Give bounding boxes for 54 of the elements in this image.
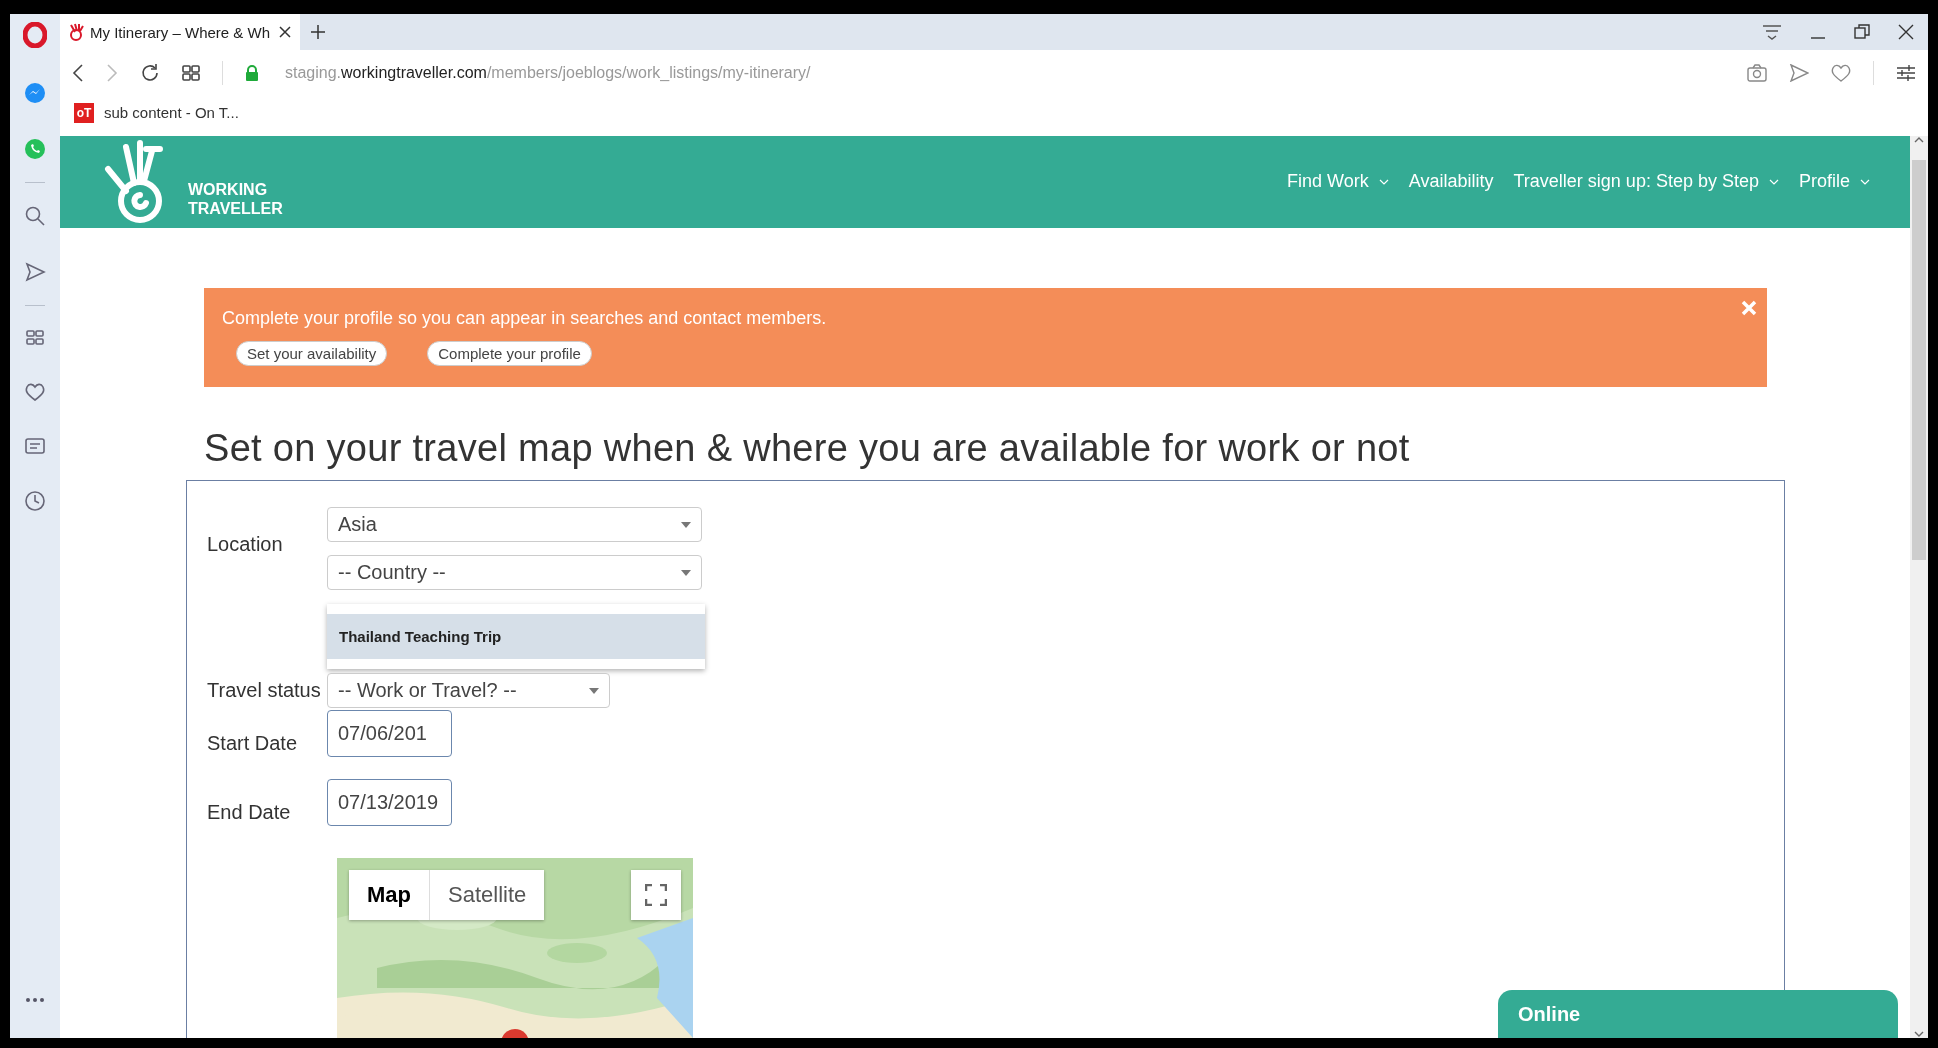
tab-title: My Itinerary – Where & Wh: [90, 23, 272, 41]
tab-menu-icon[interactable]: [1762, 23, 1782, 41]
lock-icon: [245, 64, 259, 81]
select-field[interactable]: -- Country --: [327, 555, 702, 590]
map-type-tab[interactable]: Map: [349, 870, 429, 920]
caret-icon: [589, 687, 599, 694]
send-icon[interactable]: [1789, 63, 1809, 82]
restore-icon[interactable]: [1854, 24, 1870, 40]
fullscreen-icon: [645, 884, 667, 906]
fullscreen-button[interactable]: [631, 870, 681, 920]
alert-message: Complete your profile so you can appear in searches and contact members.: [222, 307, 828, 329]
caret-icon: [681, 521, 691, 528]
send-icon[interactable]: [24, 261, 46, 283]
bookmark-favicon: oT: [74, 102, 94, 123]
heart-icon[interactable]: [24, 382, 46, 402]
history-icon[interactable]: [24, 490, 46, 512]
heart-icon[interactable]: [1831, 63, 1851, 82]
map-type-tab[interactable]: Satellite: [429, 870, 545, 920]
bookmark-link[interactable]: sub content - On T...: [104, 104, 239, 121]
scroll-down-icon[interactable]: [1914, 1030, 1924, 1038]
settings-icon[interactable]: [1896, 63, 1916, 82]
field-label: Start Date: [207, 732, 299, 756]
back-icon[interactable]: [72, 63, 84, 82]
dropdown-option[interactable]: Thailand Teaching Trip: [327, 614, 705, 659]
close-icon[interactable]: [278, 25, 292, 39]
scroll-up-icon[interactable]: [1914, 136, 1924, 144]
date-field[interactable]: 07/06/201: [327, 710, 452, 757]
address-field[interactable]: staging.workingtraveller.com/members/joeblogs/work_listings/my-itinerary/: [285, 63, 1725, 82]
browser-tab[interactable]: My Itinerary – Where & Wh: [60, 14, 300, 50]
caret-icon: [681, 569, 691, 576]
grid-icon[interactable]: [182, 63, 200, 82]
alert-button[interactable]: Set your availability: [236, 340, 388, 366]
alert-button[interactable]: Complete your profile: [427, 340, 592, 366]
new-tab-icon[interactable]: [310, 24, 326, 40]
date-field[interactable]: 07/13/2019: [327, 779, 452, 826]
hand-icon: [68, 23, 84, 41]
reload-icon[interactable]: [140, 62, 160, 83]
field-label: End Date: [207, 801, 292, 825]
select-field[interactable]: -- Work or Travel? --: [327, 673, 610, 708]
field-label: Travel status: [207, 679, 322, 702]
field-label: Location: [207, 533, 284, 557]
camera-icon[interactable]: [1747, 63, 1767, 82]
logo-text: TRAVELLER: [188, 198, 283, 218]
page-heading: Set on your travel map when & where you are available for work or not: [204, 427, 1411, 470]
grid-icon[interactable]: [25, 328, 45, 348]
logo-text: WORKING: [188, 179, 269, 199]
messenger-icon[interactable]: [24, 82, 46, 104]
browser-logo-icon[interactable]: [23, 22, 47, 48]
scrollbar[interactable]: [1910, 136, 1928, 1038]
more-icon[interactable]: [24, 996, 46, 1004]
news-icon[interactable]: [24, 436, 46, 456]
search-icon[interactable]: [24, 205, 46, 227]
close-icon[interactable]: [1898, 24, 1914, 40]
select-field[interactable]: Asia: [327, 507, 702, 542]
